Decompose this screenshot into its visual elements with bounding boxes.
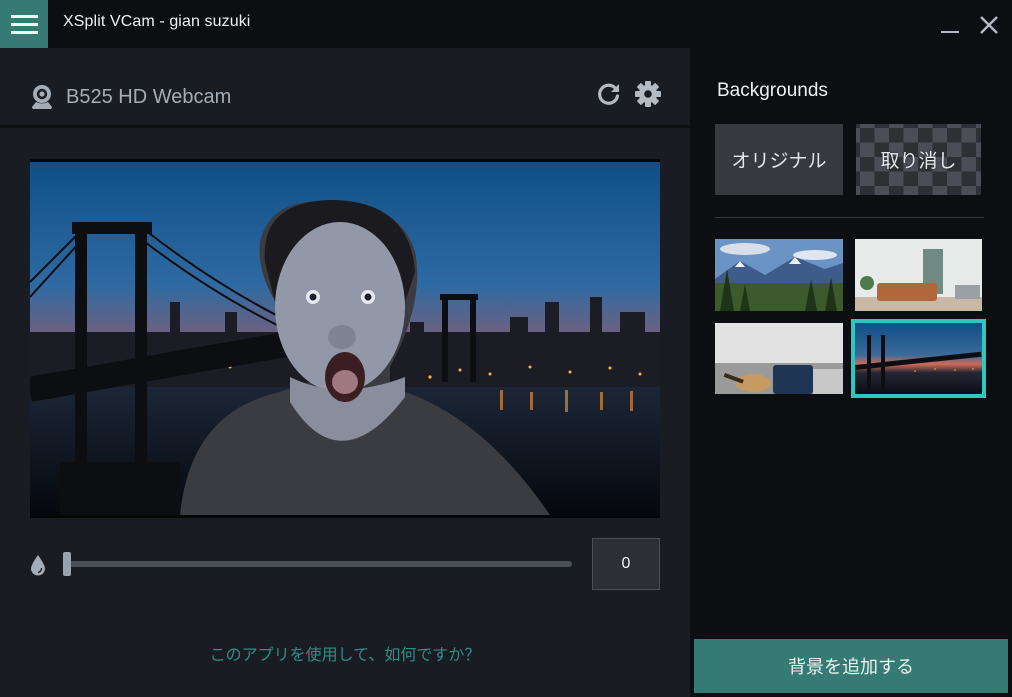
- remove-background-button[interactable]: 取り消し: [856, 124, 981, 195]
- camera-device-name[interactable]: B525 HD Webcam: [66, 86, 231, 109]
- feedback-link[interactable]: このアプリを使用して、如何ですか？: [0, 641, 690, 665]
- webcam-icon: [32, 85, 52, 109]
- header-divider: [0, 125, 690, 128]
- backgrounds-divider: [715, 217, 984, 218]
- settings-button[interactable]: [634, 80, 662, 108]
- blur-slider-track[interactable]: [66, 561, 572, 567]
- blur-value-input[interactable]: 0: [592, 538, 660, 590]
- camera-panel: B525 HD Webcam 0 このアプリを使用して、如何ですか？: [0, 48, 690, 697]
- refresh-icon: [598, 83, 620, 105]
- original-background-button[interactable]: オリジナル: [715, 124, 843, 195]
- title-bar: XSplit VCam - gian suzuki: [0, 0, 1012, 48]
- background-thumbnail-bridge-night[interactable]: [851, 319, 986, 398]
- backgrounds-panel: Backgrounds オリジナル 取り消し 背景を追加する: [690, 48, 1012, 697]
- add-background-button[interactable]: 背景を追加する: [694, 639, 1008, 693]
- camera-preview: [30, 159, 660, 518]
- blur-control: 0: [0, 538, 690, 590]
- menu-button[interactable]: [0, 0, 48, 48]
- background-thumbnail-living-room[interactable]: [855, 239, 982, 311]
- backgrounds-title: Backgrounds: [717, 80, 828, 101]
- window-title: XSplit VCam - gian suzuki: [63, 13, 251, 30]
- background-thumbnail-mountain[interactable]: [715, 239, 843, 311]
- close-icon: [980, 16, 998, 34]
- hamburger-icon: [10, 14, 38, 18]
- minimize-button[interactable]: [938, 16, 962, 40]
- preview-image: [30, 162, 660, 515]
- gear-icon: [635, 81, 661, 107]
- blur-slider-thumb[interactable]: [63, 552, 71, 576]
- close-button[interactable]: [976, 12, 1002, 38]
- camera-header: B525 HD Webcam: [0, 48, 690, 125]
- background-thumbnail-couch-guitar[interactable]: [715, 323, 843, 394]
- water-drop-icon: [31, 555, 45, 576]
- refresh-button[interactable]: [596, 81, 622, 107]
